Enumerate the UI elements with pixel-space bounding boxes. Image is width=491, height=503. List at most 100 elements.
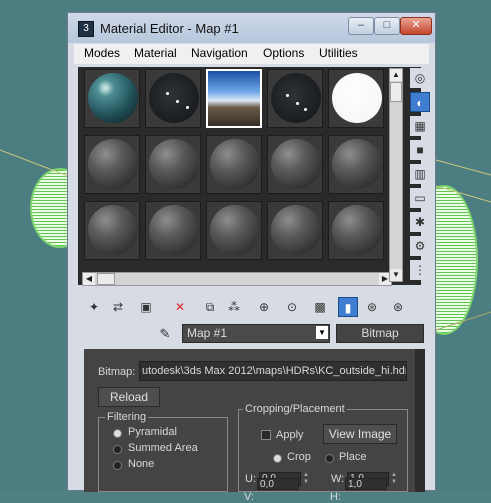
material-editor-window: 3 Material Editor - Map #1 – □ ✕ Modes M… [67, 12, 436, 503]
put-to-scene-icon[interactable]: ⇄ [108, 297, 128, 317]
make-copy-icon[interactable]: ⧉ [200, 297, 220, 317]
menu-utilities[interactable]: Utilities [319, 46, 358, 60]
place-label: Place [339, 451, 367, 463]
chevron-down-icon[interactable]: ▼ [316, 326, 328, 339]
sample-slot[interactable] [84, 69, 140, 128]
filtering-group: Filtering Pyramidal Summed Area None [98, 411, 228, 492]
sphere-preview [88, 205, 138, 255]
scroll-down-arrow-icon[interactable]: ▼ [390, 269, 402, 281]
bitmap-path-button[interactable]: utodesk\3ds Max 2012\maps\HDRs\KC_outsid… [139, 361, 407, 381]
sample-slot[interactable] [206, 135, 262, 194]
sphere-preview [88, 73, 138, 123]
reload-button[interactable]: Reload [98, 387, 160, 407]
apply-label: Apply [276, 429, 304, 441]
scroll-thumb[interactable] [390, 82, 402, 102]
close-button[interactable]: ✕ [400, 17, 432, 35]
view-image-button[interactable]: View Image [323, 424, 397, 444]
scroll-left-arrow-icon[interactable]: ◀ [83, 273, 95, 285]
radio-place[interactable] [325, 454, 334, 463]
scroll-thumb[interactable] [97, 273, 115, 285]
reset-x-icon[interactable]: ✕ [170, 297, 190, 317]
make-preview-icon[interactable]: ▭ [410, 188, 430, 208]
sample-slot[interactable] [84, 135, 140, 194]
material-name-field[interactable]: Map #1 [182, 324, 330, 343]
sample-slot[interactable] [145, 201, 201, 260]
sample-slot[interactable] [84, 201, 140, 260]
u-spinner-arrows-icon[interactable]: ▲ ▼ [301, 472, 311, 486]
radio-pyramidal[interactable] [113, 429, 122, 438]
material-id-icon[interactable]: ⊙ [282, 297, 302, 317]
sphere-preview [149, 205, 199, 255]
sphere-preview [149, 73, 199, 123]
backlight-icon[interactable]: ◐ [410, 92, 430, 112]
put-to-library-icon[interactable]: ⊕ [254, 297, 274, 317]
bitmap-parameters-rollout: Bitmap: utodesk\3ds Max 2012\maps\HDRs\K… [84, 349, 415, 503]
sample-slot[interactable] [328, 135, 384, 194]
scroll-up-arrow-icon[interactable]: ▲ [390, 69, 402, 81]
side-toolbar: ◎ ◐ ▦ ■ ▥ ▭ ✱ ⚙ ⋮ [410, 68, 432, 298]
u-label: U: [245, 473, 256, 485]
menu-modes[interactable]: Modes [84, 46, 120, 60]
apply-checkbox[interactable] [261, 430, 271, 440]
checker-background-icon[interactable]: ▦ [410, 116, 430, 136]
sample-slot[interactable] [145, 69, 201, 128]
make-unique-icon[interactable]: ⁂ [224, 297, 244, 317]
video-color-check-icon[interactable]: ▥ [410, 164, 430, 184]
v-label: V: [244, 491, 254, 503]
radio-summed-area[interactable] [113, 445, 122, 454]
maximize-button[interactable]: □ [374, 17, 400, 35]
pyramidal-label: Pyramidal [128, 426, 177, 438]
w-spinner-arrows-icon[interactable]: ▲ ▼ [389, 472, 399, 486]
slots-vertical-scrollbar[interactable]: ▲ ▼ [389, 68, 403, 282]
sample-slot[interactable] [145, 135, 201, 194]
cropping-title: Cropping/Placement [243, 403, 347, 415]
sample-slot[interactable] [328, 201, 384, 260]
material-name-row: ✎ Map #1 ▼ Bitmap [156, 323, 426, 345]
radio-crop[interactable] [273, 454, 282, 463]
sphere-preview [88, 139, 138, 189]
filtering-title: Filtering [105, 411, 149, 423]
sample-slot[interactable] [267, 201, 323, 260]
menu-navigation[interactable]: Navigation [191, 46, 248, 60]
v-spinner-field[interactable]: 0,0 [257, 478, 299, 490]
sphere-preview [149, 139, 199, 189]
map-type-button[interactable]: Bitmap [336, 324, 424, 343]
sample-slot[interactable] [267, 135, 323, 194]
go-to-parent-icon[interactable]: ⊛ [362, 297, 382, 317]
title-bar[interactable]: 3 Material Editor - Map #1 – □ ✕ [68, 13, 435, 43]
sample-slots-area [78, 67, 421, 285]
sphere-preview [210, 205, 260, 255]
sphere-preview [332, 139, 382, 189]
sphere-preview [271, 205, 321, 255]
rollout-scrollbar[interactable] [415, 349, 425, 492]
app-icon: 3 [78, 21, 94, 37]
minimize-button[interactable]: – [348, 17, 374, 35]
w-label: W: [331, 473, 345, 485]
menu-material[interactable]: Material [134, 46, 177, 60]
h-spinner-field[interactable]: 1,0 [345, 478, 387, 490]
eyedropper-icon[interactable]: ✎ [156, 325, 174, 343]
options-icon[interactable]: ✱ [410, 212, 430, 232]
show-map-in-viewport-icon[interactable]: ▩ [310, 297, 330, 317]
summed-area-label: Summed Area [128, 442, 198, 454]
sphere-preview [271, 73, 321, 123]
sample-slot[interactable] [267, 69, 323, 128]
sample-slot[interactable] [328, 69, 384, 128]
slots-horizontal-scrollbar[interactable]: ◀ ▶ [82, 272, 392, 286]
sphere-icon[interactable]: ◎ [410, 68, 430, 88]
sample-slot-active[interactable] [206, 69, 262, 128]
assign-material-icon[interactable]: ▣ [136, 297, 156, 317]
radio-none[interactable] [113, 461, 122, 470]
go-to-sibling-icon[interactable]: ⊛ [388, 297, 408, 317]
sample-slot[interactable] [206, 201, 262, 260]
window-title: Material Editor - Map #1 [100, 21, 239, 36]
sphere-preview [332, 205, 382, 255]
menu-options[interactable]: Options [263, 46, 304, 60]
uv-tiling-icon[interactable]: ■ [410, 140, 430, 160]
material-navigator-icon[interactable]: ⋮ [410, 260, 430, 280]
select-by-material-icon[interactable]: ⚙ [410, 236, 430, 256]
material-toolbar: ✦ ⇄ ▣ ✕ ⧉ ⁂ ⊕ ⊙ ▩ ▮ ⊛ ⊛ [84, 297, 429, 319]
crop-label: Crop [287, 451, 311, 463]
get-material-icon[interactable]: ✦ [84, 297, 104, 317]
show-end-result-icon[interactable]: ▮ [338, 297, 358, 317]
